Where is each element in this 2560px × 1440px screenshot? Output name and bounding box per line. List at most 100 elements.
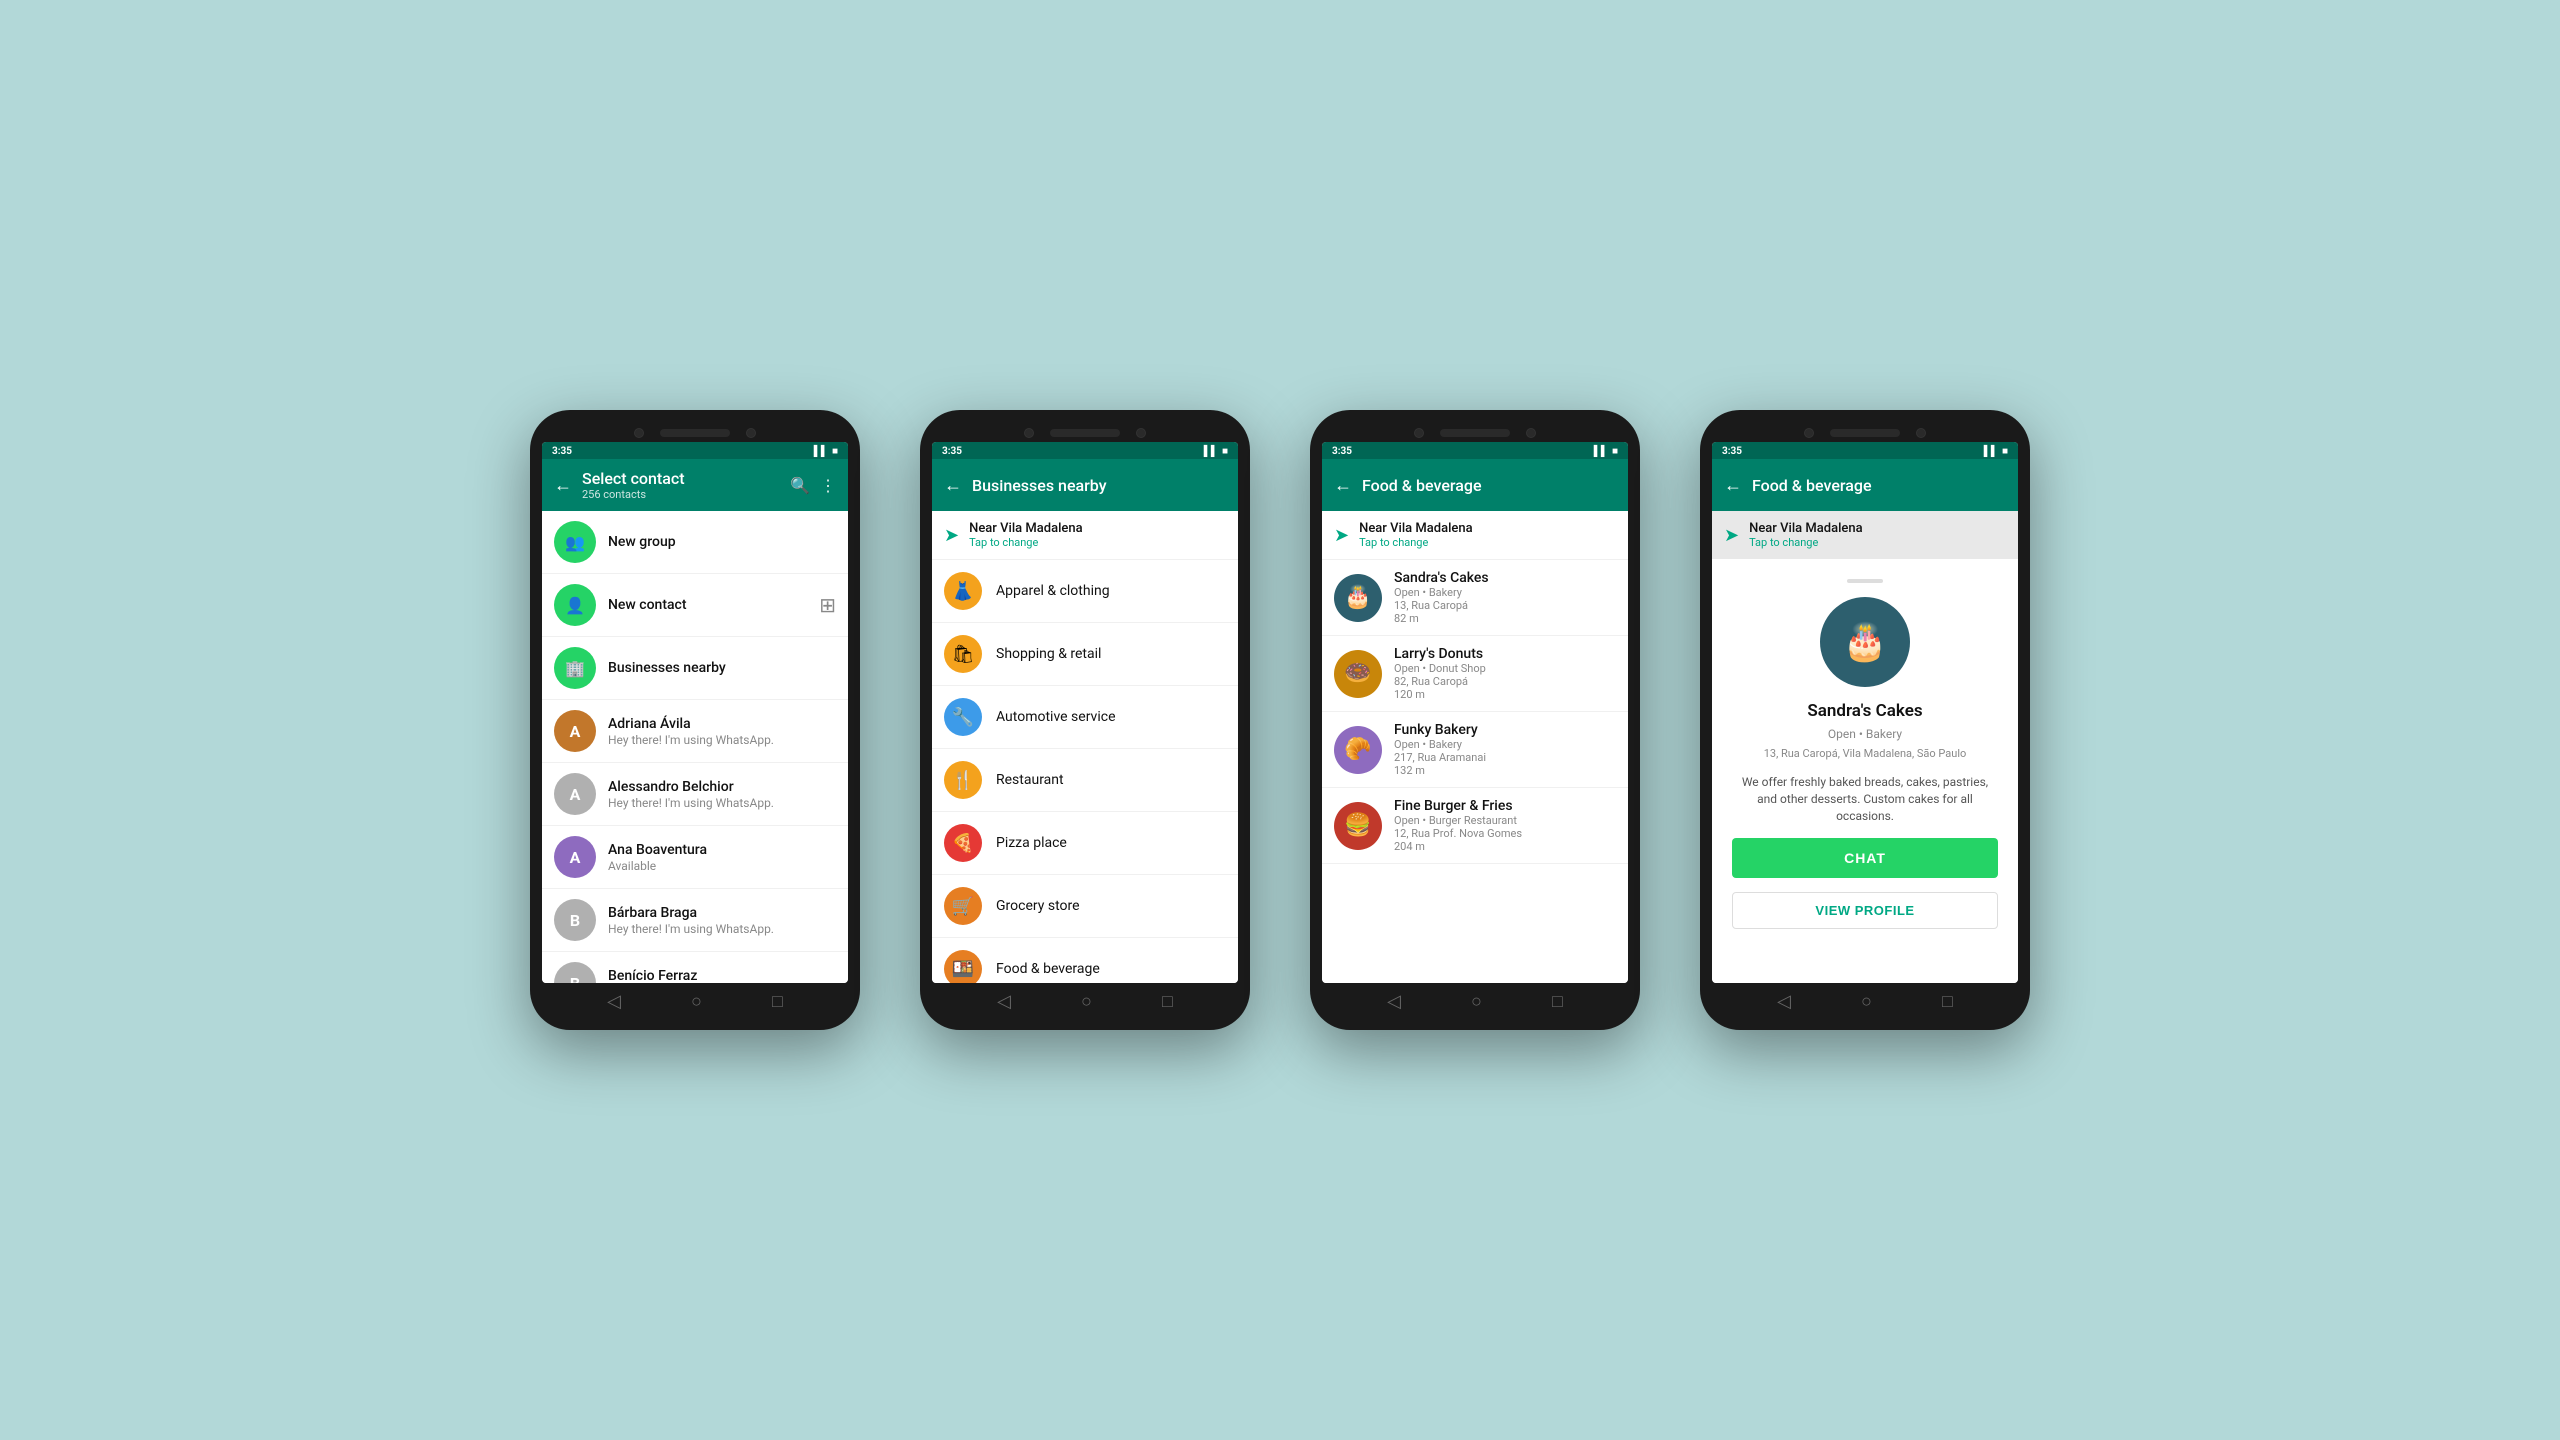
name-barbara: Bárbara Braga [608,905,836,921]
restaurant-label: Restaurant [996,772,1064,788]
status-barbara: Hey there! I'm using WhatsApp. [608,922,836,936]
businesses-nearby-item[interactable]: 🏢 Businesses nearby [542,637,848,700]
category-apparel[interactable]: 👗 Apparel & clothing [932,560,1238,623]
nav-recent-1[interactable]: □ [772,991,783,1012]
status-adriana: Hey there! I'm using WhatsApp. [608,733,836,747]
info-barbara: Bárbara Braga Hey there! I'm using Whats… [608,905,836,936]
location-info-2: Near Vila Madalena Tap to change [969,521,1226,549]
food-icon: 🍱 [944,950,982,983]
biz-dist-sandras: 82 m [1394,612,1616,625]
app-bar-4: ← Food & beverage [1712,459,2018,511]
speaker-3 [1440,429,1510,437]
phone-body-1: 3:35 ▌▌ ■ ← Select contact 256 contacts … [530,410,860,1030]
camera-4 [1136,428,1146,438]
nav-recent-2[interactable]: □ [1162,991,1173,1012]
app-bar-title-2: Businesses nearby [972,476,1226,495]
pizza-label: Pizza place [996,835,1067,851]
battery-1: ■ [832,446,838,457]
nav-home-4[interactable]: ○ [1861,991,1872,1012]
phone-top-1 [542,422,848,442]
more-icon-1[interactable]: ⋮ [820,476,836,495]
biz-name-larrys: Larry's Donuts [1394,646,1616,662]
nav-back-4[interactable]: ◁ [1777,991,1791,1012]
nav-recent-4[interactable]: □ [1942,991,1953,1012]
status-bar-2: 3:35 ▌▌ ■ [932,442,1238,459]
contact-benicio[interactable]: B Benício Ferraz Disponível [542,952,848,983]
app-bar-2: ← Businesses nearby [932,459,1238,511]
biz-sandras[interactable]: 🎂 Sandra's Cakes Open • Bakery 13, Rua C… [1322,560,1628,636]
nav-recent-3[interactable]: □ [1552,991,1563,1012]
new-group-item[interactable]: 👥 New group [542,511,848,574]
biz-fineburguer[interactable]: 🍔 Fine Burger & Fries Open • Burger Rest… [1322,788,1628,864]
avatar-alessandro: A [554,773,596,815]
nav-home-3[interactable]: ○ [1471,991,1482,1012]
profile-location-bar[interactable]: ➤ Near Vila Madalena Tap to change [1712,511,2018,559]
back-icon-4[interactable]: ← [1724,475,1742,496]
phone-top-4 [1712,422,2018,442]
profile-desc: We offer freshly baked breads, cakes, pa… [1732,774,1998,824]
app-bar-subtitle-1: 256 contacts [582,488,780,501]
back-icon-3[interactable]: ← [1334,475,1352,496]
new-group-info: New group [608,534,836,550]
nav-back-1[interactable]: ◁ [607,991,621,1012]
contact-adriana[interactable]: A Adriana Ávila Hey there! I'm using Wha… [542,700,848,763]
biz-type-larrys: Open • Donut Shop [1394,662,1616,675]
name-benicio: Benício Ferraz [608,968,836,984]
location-bar-3[interactable]: ➤ Near Vila Madalena Tap to change [1322,511,1628,560]
profile-location-info: Near Vila Madalena Tap to change [1749,521,2006,549]
location-arrow-icon-2: ➤ [944,525,959,546]
info-alessandro: Alessandro Belchior Hey there! I'm using… [608,779,836,810]
screen-1: 3:35 ▌▌ ■ ← Select contact 256 contacts … [542,442,848,983]
phone-top-2 [932,422,1238,442]
contact-ana[interactable]: A Ana Boaventura Available [542,826,848,889]
category-restaurant[interactable]: 🍴 Restaurant [932,749,1238,812]
back-icon-2[interactable]: ← [944,475,962,496]
chat-button[interactable]: CHAT [1732,838,1998,878]
signal-3: ▌▌ [1594,446,1608,457]
search-icon-1[interactable]: 🔍 [790,476,810,495]
businesses-nearby-avatar: 🏢 [554,647,596,689]
category-pizza[interactable]: 🍕 Pizza place [932,812,1238,875]
new-contact-item[interactable]: 👤 New contact ⊞ [542,574,848,637]
phone-2: 3:35 ▌▌ ■ ← Businesses nearby ➤ Near Vil… [920,410,1250,1030]
food-bev-content: ➤ Near Vila Madalena Tap to change 🎂 San… [1322,511,1628,983]
nav-home-1[interactable]: ○ [691,991,702,1012]
businesses-nearby-label: Businesses nearby [608,660,836,676]
screen-2: 3:35 ▌▌ ■ ← Businesses nearby ➤ Near Vil… [932,442,1238,983]
contact-barbara[interactable]: B Bárbara Braga Hey there! I'm using Wha… [542,889,848,952]
location-name-3: Near Vila Madalena [1359,521,1616,536]
nav-home-2[interactable]: ○ [1081,991,1092,1012]
biz-avatar-larrys: 🍩 [1334,650,1382,698]
automotive-icon: 🔧 [944,698,982,736]
category-food[interactable]: 🍱 Food & beverage [932,938,1238,983]
category-grocery[interactable]: 🛒 Grocery store [932,875,1238,938]
time-1: 3:35 [552,446,572,457]
profile-location-tap: Tap to change [1749,536,2006,549]
speaker-4 [1830,429,1900,437]
phone-3: 3:35 ▌▌ ■ ← Food & beverage ➤ Near Vila … [1310,410,1640,1030]
biz-dist-fineburguer: 204 m [1394,840,1616,853]
nav-back-3[interactable]: ◁ [1387,991,1401,1012]
biz-funky[interactable]: 🥐 Funky Bakery Open • Bakery 217, Rua Ar… [1322,712,1628,788]
battery-2: ■ [1222,446,1228,457]
biz-dist-larrys: 120 m [1394,688,1616,701]
location-arrow-icon-3: ➤ [1334,525,1349,546]
nav-back-2[interactable]: ◁ [997,991,1011,1012]
grocery-label: Grocery store [996,898,1080,914]
screen-3: 3:35 ▌▌ ■ ← Food & beverage ➤ Near Vila … [1322,442,1628,983]
shopping-label: Shopping & retail [996,646,1101,662]
camera-8 [1916,428,1926,438]
qr-icon[interactable]: ⊞ [819,593,836,617]
biz-larrys[interactable]: 🍩 Larry's Donuts Open • Donut Shop 82, R… [1322,636,1628,712]
location-bar-2[interactable]: ➤ Near Vila Madalena Tap to change [932,511,1238,560]
status-bar-1: 3:35 ▌▌ ■ [542,442,848,459]
category-shopping[interactable]: 🛍 Shopping & retail [932,623,1238,686]
category-automotive[interactable]: 🔧 Automotive service [932,686,1238,749]
status-right-1: ▌▌ ■ [814,446,838,457]
location-name-2: Near Vila Madalena [969,521,1226,536]
contact-alessandro[interactable]: A Alessandro Belchior Hey there! I'm usi… [542,763,848,826]
view-profile-button[interactable]: VIEW PROFILE [1732,892,1998,929]
back-icon-1[interactable]: ← [554,475,572,496]
biz-name-funky: Funky Bakery [1394,722,1616,738]
food-label: Food & beverage [996,961,1100,977]
